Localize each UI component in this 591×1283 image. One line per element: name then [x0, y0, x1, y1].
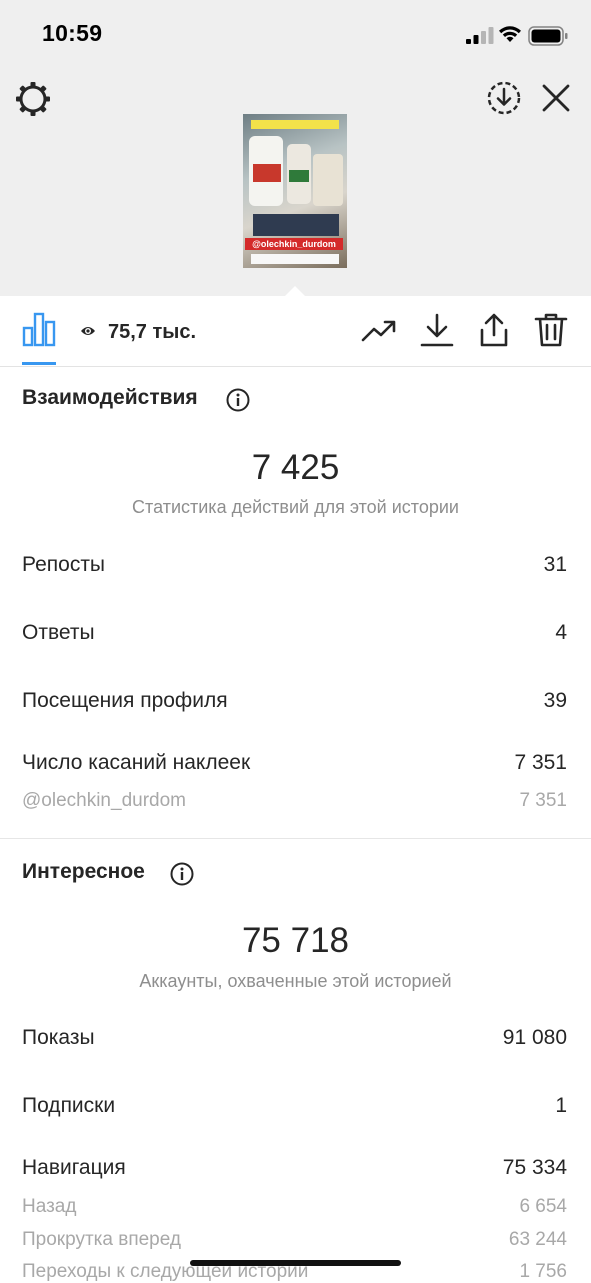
stat-row-value: 91 080 [502, 1026, 567, 1049]
info-icon[interactable] [170, 862, 194, 886]
share-icon[interactable] [476, 312, 512, 348]
save-download-icon[interactable] [486, 80, 522, 116]
story-thumbnail[interactable]: @olechkin_durdom [243, 114, 347, 268]
info-icon[interactable] [226, 388, 250, 412]
thumb-banner [251, 120, 339, 129]
interactions-subtitle: Статистика действий для этой истории [132, 497, 459, 517]
stat-subrow-label: @olechkin_durdom [22, 790, 186, 811]
thumb-text-box [253, 214, 339, 236]
stat-row-value: 39 [543, 689, 567, 712]
stat-subrow-value: 6 654 [519, 1196, 567, 1217]
trash-icon[interactable] [533, 312, 569, 348]
thumb-mention-text: @olechkin_durdom [252, 239, 336, 249]
battery-icon [528, 26, 568, 46]
discovery-total: 75 718 [241, 921, 350, 960]
discovery-title: Интересное [22, 860, 145, 883]
thumb-label [253, 164, 281, 182]
stat-subrow-label: Назад [22, 1196, 77, 1217]
thumb-caption [251, 254, 339, 264]
insights-toolbar: 75,7 тыс. [0, 296, 591, 367]
status-time: 10:59 [42, 20, 103, 46]
eye-icon [81, 327, 95, 335]
stat-row-label: Репосты [22, 553, 106, 576]
story-preview-header: @olechkin_durdom [0, 70, 591, 298]
thumb-product [313, 154, 343, 206]
close-icon[interactable] [540, 82, 572, 114]
stat-row-value: 75 334 [502, 1156, 567, 1179]
stat-row-value: 7 351 [514, 751, 567, 774]
stat-row-value: 1 [555, 1094, 567, 1117]
stat-row-value: 31 [543, 553, 567, 576]
download-icon[interactable] [419, 312, 455, 348]
thumb-label [289, 170, 309, 182]
home-indicator[interactable] [190, 1260, 401, 1266]
stat-subrow-value: 63 244 [508, 1229, 567, 1250]
views-count: 75,7 тыс. [108, 321, 197, 343]
stat-row-label: Посещения профиля [22, 689, 228, 712]
stat-row-label: Ответы [22, 621, 95, 644]
stat-subrow-label: Прокрутка вперед [22, 1229, 181, 1250]
status-bar: 10:59 [0, 0, 591, 70]
settings-gear-icon[interactable] [14, 80, 52, 118]
interactions-total: 7 425 [251, 448, 340, 487]
interactions-title: Взаимодействия [22, 386, 198, 409]
stat-row-label: Подписки [22, 1094, 116, 1117]
active-tab-indicator [22, 362, 56, 365]
cellular-signal-icon [466, 27, 494, 44]
stat-row-label: Показы [22, 1026, 95, 1049]
stat-row-label: Число касаний наклеек [22, 751, 251, 774]
stat-subrow-value: 7 351 [519, 790, 567, 811]
section-divider [0, 838, 591, 839]
stat-row-value: 4 [555, 621, 567, 644]
insights-bar-chart-icon[interactable] [22, 310, 56, 348]
promote-trend-icon[interactable] [361, 312, 397, 348]
discovery-subtitle: Аккаунты, охваченные этой историей [139, 971, 452, 991]
wifi-icon [499, 26, 521, 42]
stat-row-label: Навигация [22, 1156, 126, 1179]
